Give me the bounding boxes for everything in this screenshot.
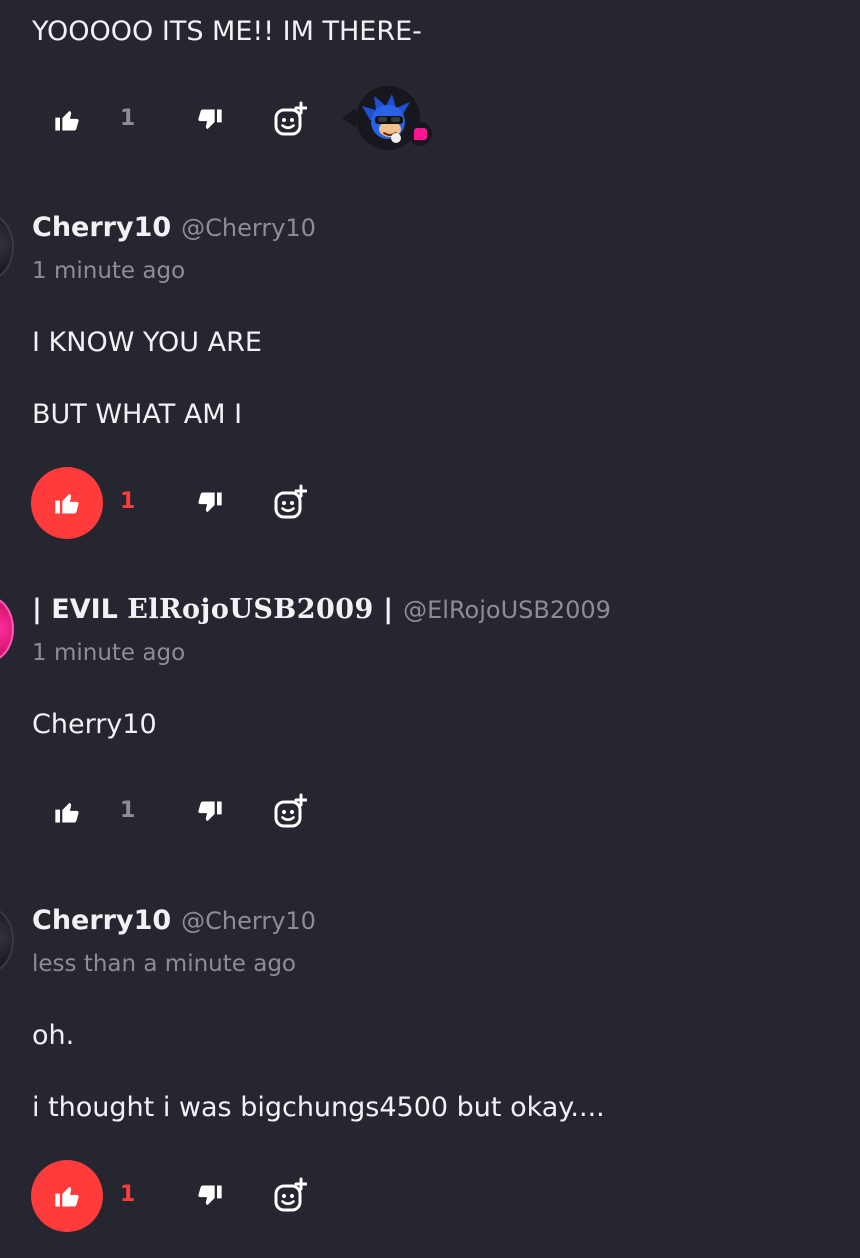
thumbs-up-icon — [55, 1186, 79, 1207]
comment-text-line: BUT WHAT AM I — [32, 399, 243, 430]
add-reaction-button[interactable] — [270, 790, 310, 834]
comment-text-line: Cherry10 — [32, 709, 157, 740]
dislike-button[interactable] — [190, 100, 230, 140]
author-handle: @ElRojoUSB2009 — [403, 596, 611, 624]
user-reaction[interactable] — [342, 84, 442, 156]
thumbs-up-icon — [55, 493, 79, 514]
avatar[interactable] — [0, 596, 14, 662]
comment-text-line: i thought i was bigchungs4500 but okay..… — [32, 1092, 605, 1123]
author-name-styled: ElRojoUSB2009 — [127, 594, 374, 625]
add-reaction-icon — [274, 101, 307, 136]
add-reaction-button[interactable] — [270, 98, 310, 142]
comment-actions: 1 — [30, 776, 450, 848]
reaction-notification-badge — [408, 122, 432, 146]
comments-feed: YOOOOO ITS ME!! IM THERE- 1 Cherry10 @Ch… — [0, 0, 860, 1258]
reaction-pointer — [342, 108, 356, 128]
dislike-button[interactable] — [190, 1176, 230, 1216]
add-reaction-icon — [274, 484, 307, 519]
add-reaction-icon — [274, 1177, 307, 1212]
add-reaction-button[interactable] — [270, 481, 310, 525]
author-handle: @Cherry10 — [181, 907, 316, 935]
comment-text-line: YOOOOO ITS ME!! IM THERE- — [32, 16, 422, 47]
thumbs-down-icon — [198, 801, 222, 822]
comment-author: | EVIL ElRojoUSB2009 | @ElRojoUSB2009 — [32, 594, 611, 628]
like-count: 1 — [120, 1182, 136, 1207]
avatar[interactable] — [0, 907, 14, 973]
thumbs-down-icon — [198, 109, 222, 130]
like-count: 1 — [120, 489, 136, 514]
add-reaction-button[interactable] — [270, 1174, 310, 1218]
thumbs-down-icon — [198, 1185, 222, 1206]
like-button[interactable] — [31, 776, 103, 848]
comment-timestamp: 1 minute ago — [32, 640, 186, 666]
author-name[interactable]: Cherry10 — [32, 212, 171, 243]
avatar[interactable] — [0, 214, 14, 280]
like-button[interactable] — [31, 1160, 103, 1232]
like-count: 1 — [120, 106, 136, 131]
dislike-button[interactable] — [190, 792, 230, 832]
comment-timestamp: 1 minute ago — [32, 258, 186, 284]
author-name[interactable]: | EVIL ElRojoUSB2009 | — [32, 594, 393, 625]
like-button[interactable] — [31, 467, 103, 539]
author-name[interactable]: Cherry10 — [32, 905, 171, 936]
comment-actions: 1 — [30, 467, 450, 539]
like-count: 1 — [120, 798, 136, 823]
thumbs-up-icon — [55, 110, 79, 131]
like-button[interactable] — [31, 84, 103, 156]
comment-author: Cherry10 @Cherry10 — [32, 212, 316, 246]
comment-actions: 1 — [30, 1160, 450, 1232]
author-name-suffix: | — [373, 594, 394, 625]
comment-timestamp: less than a minute ago — [32, 951, 296, 977]
thumbs-up-icon — [55, 802, 79, 823]
thumbs-down-icon — [198, 492, 222, 513]
comment-text-line: oh. — [32, 1020, 75, 1051]
comment-author: Cherry10 @Cherry10 — [32, 905, 316, 939]
comment-actions: 1 — [30, 84, 450, 156]
dislike-button[interactable] — [190, 483, 230, 523]
author-handle: @Cherry10 — [181, 214, 316, 242]
comment-text-line: I KNOW YOU ARE — [32, 327, 262, 358]
add-reaction-icon — [274, 793, 307, 828]
author-name-prefix: | EVIL — [32, 594, 128, 625]
